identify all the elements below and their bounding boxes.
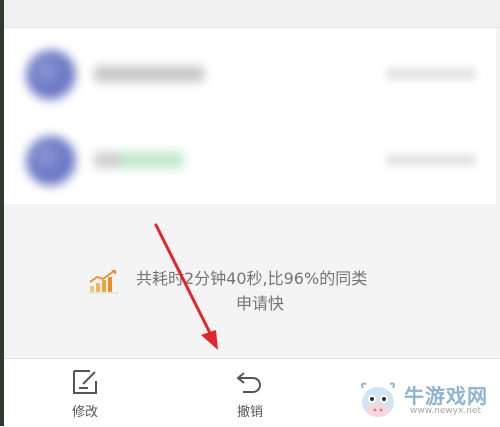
- summary-line-1: 共耗时2分钟40秒,比96%的同类: [136, 269, 368, 288]
- blurred-timestamp: [386, 68, 476, 80]
- blurred-name: [94, 66, 204, 82]
- watermark-title: 牛游戏网: [404, 384, 488, 408]
- bar-chart-trend-icon: [88, 270, 118, 294]
- top-band: [4, 0, 500, 28]
- cow-mascot-logo: [361, 382, 395, 417]
- summary-line-2: 申请快: [236, 294, 285, 313]
- undo-button[interactable]: 撤销: [210, 359, 290, 427]
- list-item: [4, 114, 496, 202]
- edit-label: 修改: [71, 405, 98, 420]
- list-item: [4, 28, 496, 116]
- edit-icon: [73, 370, 97, 394]
- undo-label: 撤销: [236, 405, 263, 420]
- app-screen: 共耗时2分钟40秒,比96%的同类 申请快 修改 撤销 牛游戏网 www.new…: [0, 0, 500, 427]
- blurred-timestamp: [386, 154, 476, 166]
- avatar: [26, 50, 76, 100]
- blurred-list-card: [4, 28, 496, 204]
- watermark-url: www.newyx.net: [410, 406, 482, 416]
- blurred-name: [94, 152, 184, 168]
- edit-button[interactable]: 修改: [45, 359, 125, 427]
- avatar: [26, 136, 76, 186]
- time-summary: 共耗时2分钟40秒,比96%的同类 申请快: [86, 264, 416, 324]
- site-watermark: 牛游戏网 www.newyx.net: [356, 378, 500, 426]
- undo-icon: [237, 372, 261, 393]
